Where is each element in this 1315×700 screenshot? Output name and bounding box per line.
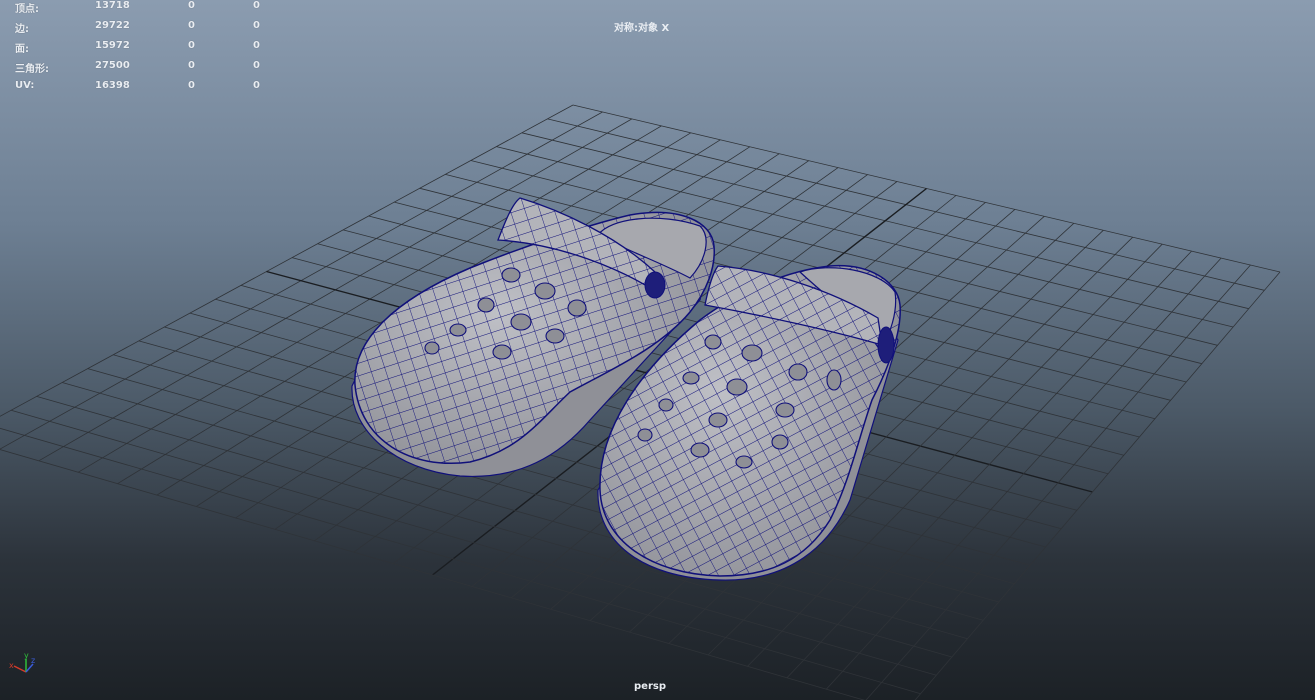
hud-component: 0 <box>253 80 260 91</box>
hud-row-edges: 边: 29722 0 0 <box>0 20 280 35</box>
hud-selected: 0 <box>188 80 195 91</box>
hud-row-vertices: 顶点: 13718 0 0 <box>0 0 280 15</box>
hud-label: 面: <box>15 44 29 55</box>
axis-z-label: z <box>31 656 35 665</box>
view-axis-indicator: x y z <box>9 651 35 673</box>
axis-z-line <box>25 663 34 673</box>
hud-component: 0 <box>253 0 260 11</box>
hud-selected: 0 <box>188 60 195 71</box>
hud-selected: 0 <box>188 40 195 51</box>
hud-label: 顶点: <box>15 4 39 15</box>
hud-component: 0 <box>253 60 260 71</box>
hud-total: 13718 <box>95 0 130 11</box>
hud-total: 15972 <box>95 40 130 51</box>
hud-label: UV: <box>15 80 35 91</box>
axis-x-label: x <box>9 661 14 670</box>
hud-row-triangles: 三角形: 27500 0 0 <box>0 60 280 75</box>
hud-row-faces: 面: 15972 0 0 <box>0 40 280 55</box>
hud-component: 0 <box>253 20 260 31</box>
left-clog-rivet <box>644 271 666 299</box>
axis-y-label: y <box>24 651 29 660</box>
hud-row-uvs: UV: 16398 0 0 <box>0 80 280 94</box>
hud-total: 16398 <box>95 80 130 91</box>
hud-label: 边: <box>15 24 29 35</box>
grid-line <box>865 264 1251 700</box>
axis-x-line <box>13 665 27 673</box>
hud-selected: 0 <box>188 0 195 11</box>
hud-selected: 0 <box>188 20 195 31</box>
camera-name: persp <box>634 681 666 692</box>
right-clog-rivet <box>877 326 895 364</box>
hud-total: 27500 <box>95 60 130 71</box>
viewport-scene[interactable] <box>0 0 1315 700</box>
hud-component: 0 <box>253 40 260 51</box>
hud-total: 29722 <box>95 20 130 31</box>
hud-label: 三角形: <box>15 64 49 75</box>
symmetry-status: 对称:对象 X <box>614 23 670 34</box>
